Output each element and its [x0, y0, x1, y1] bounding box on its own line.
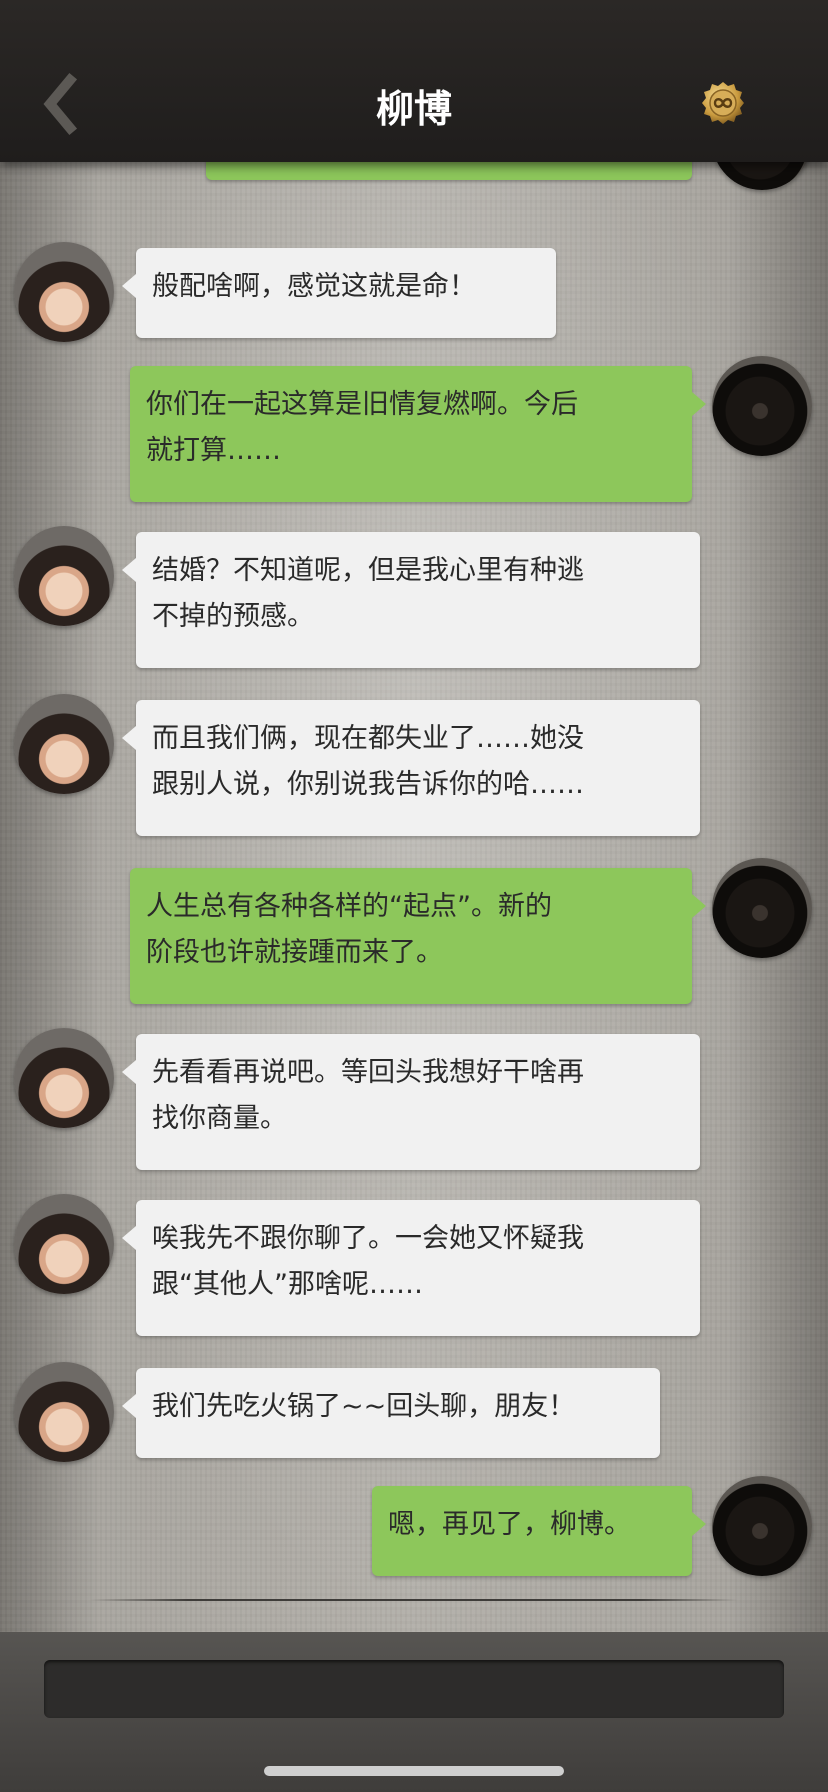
- coin-button[interactable]: [700, 80, 746, 126]
- chat-scroll-area[interactable]: 哈哈哈，挺好的。你们很般配。般配啥啊，感觉这就是命！ 你们在一起这算是旧情复燃啊。…: [0, 162, 828, 1632]
- message-row: 唉我先不跟你聊了。一会她又怀疑我 跟“其他人”那啥呢……: [0, 1194, 828, 1336]
- incoming-message-bubble: 我们先吃火锅了~~回头聊，朋友！: [122, 1368, 660, 1458]
- player-avatar[interactable]: [712, 1476, 812, 1576]
- message-line: 找你商量。: [152, 1103, 287, 1134]
- outgoing-message-bubble: 哈哈哈，挺好的。你们很般配。: [206, 162, 692, 180]
- contact-avatar[interactable]: [14, 1362, 114, 1462]
- message-row: 哈哈哈，挺好的。你们很般配。: [0, 162, 828, 190]
- incoming-message-bubble: 般配啥啊，感觉这就是命！: [122, 248, 556, 338]
- message-row: 而且我们俩，现在都失业了……她没 跟别人说，你别说我告诉你的哈……: [0, 694, 828, 836]
- message-line: 跟“其他人”那啥呢……: [152, 1269, 423, 1300]
- message-line: 唉我先不跟你聊了。一会她又怀疑我: [152, 1223, 584, 1254]
- message-line: 人生总有各种各样的“起点”。新的: [146, 891, 552, 922]
- contact-avatar[interactable]: [14, 242, 114, 342]
- incoming-message-bubble: 唉我先不跟你聊了。一会她又怀疑我 跟“其他人”那啥呢……: [122, 1200, 700, 1336]
- message-line: 结婚？不知道呢，但是我心里有种逃: [152, 555, 584, 586]
- outgoing-message-bubble: 嗯，再见了，柳博。: [372, 1486, 706, 1576]
- message-line: 跟别人说，你别说我告诉你的哈……: [152, 769, 584, 800]
- bottom-bar: [0, 1632, 828, 1792]
- message-row: 般配啥啊，感觉这就是命！: [0, 242, 828, 342]
- message-input[interactable]: [44, 1660, 784, 1718]
- message-line: 而且我们俩，现在都失业了……她没: [152, 723, 584, 754]
- message-line: 阶段也许就接踵而来了。: [146, 937, 443, 968]
- incoming-message-bubble: 结婚？不知道呢，但是我心里有种逃 不掉的预感。: [122, 532, 700, 668]
- player-avatar[interactable]: [712, 162, 812, 190]
- message-row: 你们在一起这算是旧情复燃啊。今后 就打算……: [0, 356, 828, 502]
- contact-avatar[interactable]: [14, 1028, 114, 1128]
- player-avatar[interactable]: [712, 356, 812, 456]
- message-row: 我们先吃火锅了~~回头聊，朋友！: [0, 1362, 828, 1462]
- message-line: 你们在一起这算是旧情复燃啊。今后: [146, 389, 578, 420]
- message-row: 嗯，再见了，柳博。: [0, 1476, 828, 1576]
- message-line: 我们先吃火锅了~~回头聊，朋友！: [152, 1391, 576, 1422]
- home-indicator: [264, 1766, 564, 1776]
- message-row: 先看看再说吧。等回头我想好干啥再 找你商量。: [0, 1028, 828, 1170]
- message-line: 嗯，再见了，柳博。: [388, 1509, 631, 1540]
- outgoing-message-bubble: 你们在一起这算是旧情复燃啊。今后 就打算……: [130, 366, 706, 502]
- message-line: 般配啥啊，感觉这就是命！: [152, 271, 476, 302]
- contact-avatar[interactable]: [14, 694, 114, 794]
- message-line: 不掉的预感。: [152, 601, 314, 632]
- message-row: 结婚？不知道呢，但是我心里有种逃 不掉的预感。: [0, 526, 828, 668]
- top-bar: 柳博: [0, 0, 828, 162]
- player-avatar[interactable]: [712, 858, 812, 958]
- chat-end-divider: [90, 1599, 738, 1601]
- outgoing-message-bubble: 人生总有各种各样的“起点”。新的 阶段也许就接踵而来了。: [130, 868, 706, 1004]
- message-row: 人生总有各种各样的“起点”。新的 阶段也许就接踵而来了。: [0, 858, 828, 1004]
- message-line: 就打算……: [146, 435, 281, 466]
- incoming-message-bubble: 而且我们俩，现在都失业了……她没 跟别人说，你别说我告诉你的哈……: [122, 700, 700, 836]
- infinity-coin-icon: [700, 82, 746, 130]
- message-line: 先看看再说吧。等回头我想好干啥再: [152, 1057, 584, 1088]
- contact-avatar[interactable]: [14, 1194, 114, 1294]
- contact-avatar[interactable]: [14, 526, 114, 626]
- incoming-message-bubble: 先看看再说吧。等回头我想好干啥再 找你商量。: [122, 1034, 700, 1170]
